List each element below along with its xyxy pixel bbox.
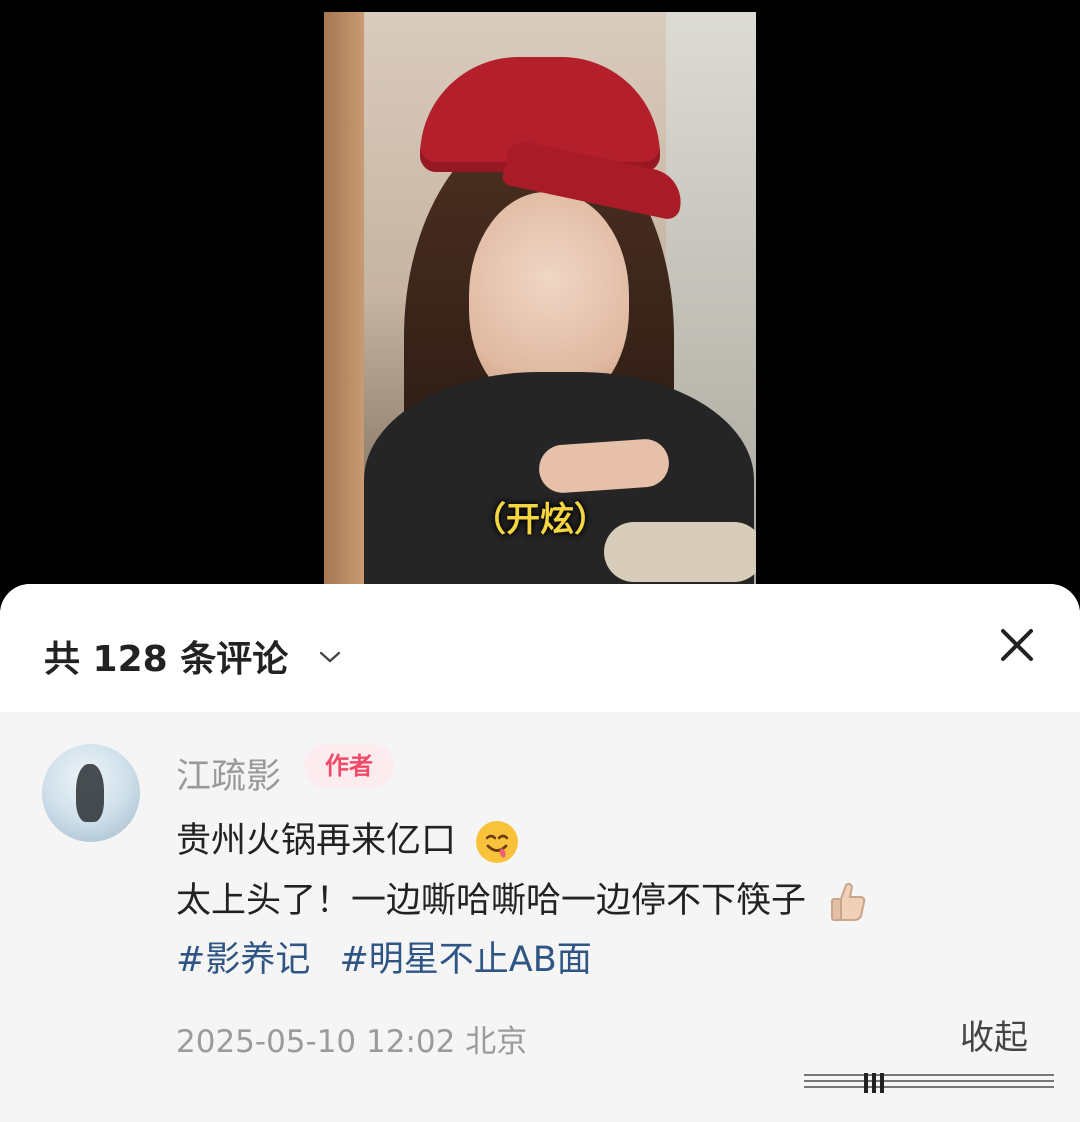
yum-emoji-icon — [476, 821, 519, 863]
video-person-hand — [537, 437, 671, 495]
hashtag-link[interactable]: #明星不止AB面 — [339, 940, 591, 980]
comment-timestamp: 2025-05-10 12:02 — [176, 1024, 456, 1060]
video-subtitle: （开炫） — [472, 500, 608, 540]
video-player[interactable]: （开炫） — [324, 12, 756, 598]
comment-sheet: 共 128 条评论 江疏影 作者 贵州火锅再来亿口 太上头了！一边嘶哈嘶哈一边停… — [0, 584, 1080, 1122]
author-name[interactable]: 江疏影 — [176, 748, 281, 799]
watermark-lines — [804, 1073, 1054, 1093]
avatar-figure — [76, 764, 104, 822]
comment-count-title[interactable]: 共 128 条评论 — [44, 630, 288, 682]
comment-text-line-1: 贵州火锅再来亿口 — [176, 812, 521, 866]
comment-text-line-2: 太上头了！一边嘶哈嘶哈一边停不下筷子 — [176, 872, 873, 927]
hashtag-link[interactable]: #影养记 — [176, 940, 310, 980]
close-button[interactable] — [984, 612, 1050, 678]
hashtag-list: #影养记 #明星不止AB面 — [176, 931, 610, 982]
thumbs-up-icon — [831, 882, 866, 921]
collapse-button[interactable]: 收起 — [960, 1010, 1028, 1059]
comment-text: 太上头了！一边嘶哈嘶哈一边停不下筷子 — [176, 881, 807, 921]
comment-location: 北京 — [465, 1024, 528, 1060]
chevron-down-icon[interactable] — [318, 648, 342, 666]
comment-text: 贵州火锅再来亿口 — [176, 821, 457, 861]
close-icon — [1001, 629, 1033, 661]
comment-meta: 2025-05-10 12:02 北京 — [176, 1016, 527, 1061]
author-badge: 作者 — [304, 744, 394, 788]
avatar[interactable] — [42, 744, 140, 842]
comment-sheet-header: 共 128 条评论 — [0, 584, 1080, 712]
